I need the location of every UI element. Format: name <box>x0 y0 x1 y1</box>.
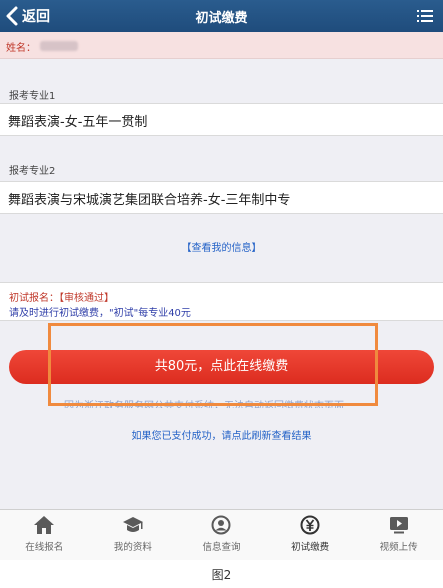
major1-value: 舞蹈表演-女-五年一贯制 <box>8 115 148 130</box>
menu-list-icon[interactable] <box>417 9 433 23</box>
major2-field: 舞蹈表演与宋城演艺集团联合培养-女-三年制中专 <box>0 181 443 214</box>
home-icon <box>34 516 55 534</box>
status-box: 初试报名：【审核通过】 请及时进行初试缴费，"初试"每专业40元 <box>0 282 443 321</box>
tab-info-query[interactable]: 信息查询 <box>177 510 266 560</box>
name-bar: 姓名： <box>0 32 443 59</box>
refresh-result-link[interactable]: 如果您已支付成功，请点此刷新查看结果 <box>0 427 443 442</box>
redacted-name <box>40 41 78 51</box>
bottom-tab-bar: 在线报名 我的资料 信息查询 初试缴费 视频上传 <box>0 509 443 560</box>
tab-video-upload[interactable]: 视频上传 <box>354 510 443 560</box>
major1-field: 舞蹈表演-女-五年一贯制 <box>0 103 443 136</box>
fee-notice: 请及时进行初试缴费，"初试"每专业40元 <box>9 308 191 319</box>
highlight-frame <box>48 323 378 406</box>
major1-label: 报考专业1 <box>9 91 56 102</box>
tab-label: 视频上传 <box>379 542 418 553</box>
tab-my-profile[interactable]: 我的资料 <box>89 510 178 560</box>
tab-online-registration[interactable]: 在线报名 <box>0 510 89 560</box>
tab-initial-fee[interactable]: 初试缴费 <box>266 510 355 560</box>
graduation-cap-icon <box>122 517 143 532</box>
tab-label: 在线报名 <box>25 542 64 553</box>
user-search-icon <box>211 515 231 535</box>
review-status: 初试报名：【审核通过】 <box>9 293 114 304</box>
major2-value: 舞蹈表演与宋城演艺集团联合培养-女-三年制中专 <box>8 193 291 208</box>
tab-label: 初试缴费 <box>291 542 330 553</box>
yuan-icon <box>300 515 320 535</box>
video-icon <box>389 517 408 534</box>
app-header: 返回 初试缴费 <box>0 0 443 32</box>
name-label: 姓名： <box>6 43 36 54</box>
tab-label: 信息查询 <box>202 542 241 553</box>
view-my-info-link[interactable]: 【查看我的信息】 <box>0 239 443 254</box>
figure-caption: 图2 <box>211 568 232 582</box>
phone-screen: 返回 初试缴费 姓名： 报考专业1 舞蹈表演-女-五年一贯制 报考专业2 舞蹈表… <box>0 0 443 560</box>
major2-label: 报考专业2 <box>9 166 56 177</box>
tab-label: 我的资料 <box>113 542 152 553</box>
page-title: 初试缴费 <box>195 11 248 26</box>
